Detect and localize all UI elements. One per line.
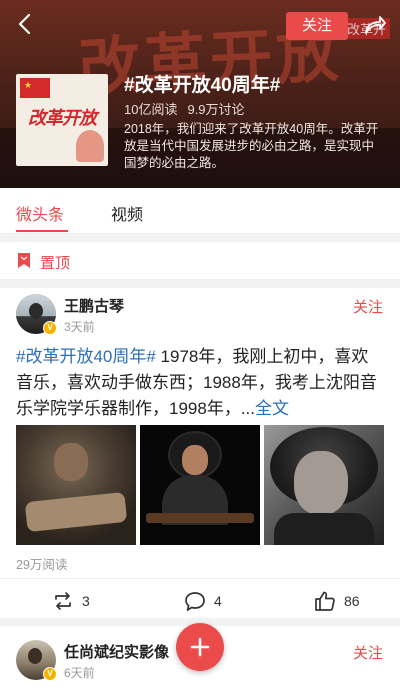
back-arrow-icon [18, 13, 31, 35]
active-tab-indicator [16, 230, 68, 232]
post-read-count: 29万阅读 [16, 558, 68, 572]
share-button[interactable] [363, 13, 387, 37]
verified-icon: V [43, 667, 57, 681]
cover-text: 改革开放 [28, 108, 97, 129]
like-icon [315, 591, 335, 611]
topic-cover-image: ★ 改革开放 [16, 74, 108, 166]
expand-full-text-link[interactable]: 全文 [255, 399, 289, 418]
feed-post[interactable]: V 王鹏古琴 3天前 关注 #改革开放40周年# 1978年，我刚上初中，喜欢音… [0, 288, 400, 618]
topic-title: #改革开放40周年# [124, 75, 281, 96]
post-image-1[interactable] [16, 425, 136, 545]
cover-figure [76, 130, 104, 162]
bookmark-icon [18, 253, 30, 268]
topic-stats: 10亿阅读 9.9万讨论 [124, 99, 245, 118]
follow-topic-button[interactable]: 关注 [286, 12, 348, 40]
author-name[interactable]: 王鹏古琴 [64, 295, 124, 316]
post-text[interactable]: #改革开放40周年# 1978年，我刚上初中，喜欢音乐，喜欢动手做东西；1988… [16, 344, 384, 422]
topic-discussion-count: 9.9万讨论 [187, 102, 245, 117]
topic-header: 改革开放 改革开 关注 ★ 改革开放 #改革开放40周年# 10亿阅读 9.9万讨… [0, 0, 400, 188]
pinned-label: 置顶 [40, 255, 71, 272]
author-name[interactable]: 任尚斌纪实影像 [64, 641, 169, 662]
like-count: 86 [344, 593, 360, 609]
pinned-header: 置顶 [0, 242, 400, 280]
comment-button[interactable]: 4 [184, 590, 244, 612]
repost-icon [55, 592, 71, 610]
tab-video[interactable]: 视频 [111, 201, 143, 225]
share-icon [365, 16, 386, 34]
post-time: 3天前 [64, 320, 95, 334]
divider [0, 578, 400, 579]
post-hashtag[interactable]: #改革开放40周年# [16, 347, 156, 366]
star-icon: ★ [24, 80, 33, 90]
section-gap [0, 234, 400, 242]
section-gap [0, 280, 400, 288]
comment-count: 4 [214, 593, 222, 609]
post-image-2[interactable] [140, 425, 260, 545]
follow-author-button[interactable]: 关注 [353, 296, 383, 317]
plus-icon [190, 637, 210, 657]
repost-count: 3 [82, 593, 90, 609]
verified-icon: V [43, 321, 57, 335]
repost-button[interactable]: 3 [52, 590, 112, 612]
back-button[interactable] [14, 12, 38, 36]
post-time: 6天前 [64, 666, 95, 680]
compose-button[interactable] [176, 623, 224, 671]
tab-bar: 微头条 视频 [0, 188, 400, 234]
post-image-3[interactable] [264, 425, 384, 545]
comment-icon [185, 592, 205, 611]
topic-description: 2018年，我们迎来了改革开放40周年。改革开放是当代中国发展进步的必由之路，是… [124, 122, 379, 170]
follow-author-button[interactable]: 关注 [353, 642, 383, 663]
tab-weitoutiao[interactable]: 微头条 [16, 201, 64, 225]
topic-read-count: 10亿阅读 [124, 102, 178, 117]
like-button[interactable]: 86 [314, 590, 374, 612]
